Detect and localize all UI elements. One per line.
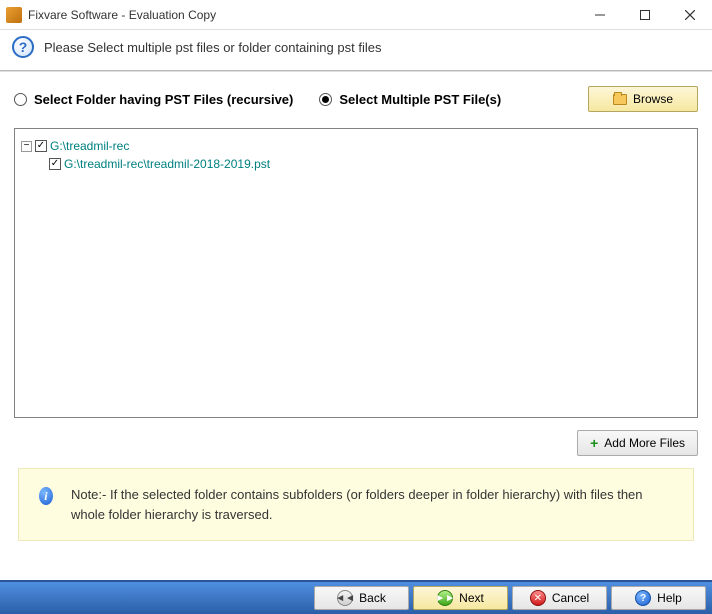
maximize-icon bbox=[640, 10, 650, 20]
option-select-multiple[interactable]: Select Multiple PST File(s) bbox=[319, 92, 501, 107]
maximize-button[interactable] bbox=[622, 1, 667, 29]
plus-icon: + bbox=[590, 435, 598, 451]
close-button[interactable] bbox=[667, 1, 712, 29]
help-button[interactable]: ? Help bbox=[611, 586, 706, 610]
instruction-text: Please Select multiple pst files or fold… bbox=[44, 40, 381, 55]
radio-icon bbox=[14, 93, 27, 106]
next-icon: ►► bbox=[437, 590, 453, 606]
browse-button[interactable]: Browse bbox=[588, 86, 698, 112]
question-icon: ? bbox=[12, 36, 34, 58]
radio-icon bbox=[319, 93, 332, 106]
next-button[interactable]: ►► Next bbox=[413, 586, 508, 610]
cancel-button[interactable]: ✕ Cancel bbox=[512, 586, 607, 610]
close-icon bbox=[685, 10, 695, 20]
button-label: Add More Files bbox=[604, 436, 685, 450]
button-label: Browse bbox=[633, 92, 673, 106]
app-icon bbox=[6, 7, 22, 23]
selection-mode-row: Select Folder having PST Files (recursiv… bbox=[14, 86, 698, 112]
option-select-folder[interactable]: Select Folder having PST Files (recursiv… bbox=[14, 92, 293, 107]
window-title: Fixvare Software - Evaluation Copy bbox=[28, 8, 577, 22]
button-label: Back bbox=[359, 591, 386, 605]
cancel-icon: ✕ bbox=[530, 590, 546, 606]
instruction-header: ? Please Select multiple pst files or fo… bbox=[0, 30, 712, 70]
checkbox[interactable]: ✓ bbox=[35, 140, 47, 152]
option-label: Select Multiple PST File(s) bbox=[339, 92, 501, 107]
expand-toggle[interactable]: − bbox=[21, 141, 32, 152]
tree-item-label: G:\treadmil-rec bbox=[50, 139, 129, 153]
help-icon: ? bbox=[635, 590, 651, 606]
header-divider bbox=[0, 70, 712, 72]
button-label: Help bbox=[657, 591, 682, 605]
folder-icon bbox=[613, 94, 627, 105]
file-tree-panel[interactable]: − ✓ G:\treadmil-rec ✓ G:\treadmil-rec\tr… bbox=[14, 128, 698, 418]
add-more-files-button[interactable]: + Add More Files bbox=[577, 430, 698, 456]
checkbox[interactable]: ✓ bbox=[49, 158, 61, 170]
back-button[interactable]: ◄◄ Back bbox=[314, 586, 409, 610]
add-files-row: + Add More Files bbox=[14, 430, 698, 456]
minimize-button[interactable] bbox=[577, 1, 622, 29]
tree-root-item[interactable]: − ✓ G:\treadmil-rec bbox=[21, 137, 691, 155]
tree-child-item[interactable]: ✓ G:\treadmil-rec\treadmil-2018-2019.pst bbox=[49, 155, 691, 173]
button-label: Next bbox=[459, 591, 484, 605]
wizard-footer: ◄◄ Back ►► Next ✕ Cancel ? Help bbox=[0, 580, 712, 614]
minimize-icon bbox=[595, 10, 605, 20]
button-label: Cancel bbox=[552, 591, 589, 605]
option-label: Select Folder having PST Files (recursiv… bbox=[34, 92, 293, 107]
tree-item-label: G:\treadmil-rec\treadmil-2018-2019.pst bbox=[64, 157, 270, 171]
titlebar: Fixvare Software - Evaluation Copy bbox=[0, 0, 712, 30]
note-text: Note:- If the selected folder contains s… bbox=[71, 485, 673, 524]
window-controls bbox=[577, 1, 712, 29]
note-box: i Note:- If the selected folder contains… bbox=[18, 468, 694, 541]
info-icon: i bbox=[39, 487, 53, 505]
back-icon: ◄◄ bbox=[337, 590, 353, 606]
